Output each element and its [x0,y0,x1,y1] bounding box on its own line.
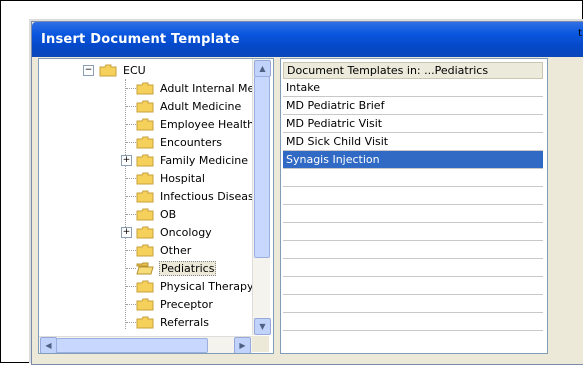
tree-item-label: Hospital [160,171,205,185]
scroll-down-button[interactable]: ▼ [254,318,271,335]
template-list[interactable]: Document Templates in: ...Pediatrics Int… [280,58,548,354]
tree-item[interactable]: Referrals [136,313,210,331]
template-row[interactable] [283,241,543,259]
folder-icon [99,64,117,77]
tree-item[interactable]: Physical Therapy [136,277,254,295]
folder-icon [136,82,154,95]
tree-item[interactable]: Other [136,241,192,259]
tree-root-label: ECU [123,63,146,77]
template-row[interactable] [283,295,543,313]
tree-item[interactable]: Oncology [136,223,213,241]
template-row[interactable]: Intake [283,79,543,97]
scroll-left-button[interactable]: ◀ [40,337,57,353]
tree-branch-line [126,88,136,89]
tree-item[interactable]: Infectious Disease [136,187,261,205]
tree-item[interactable]: Family Medicine [136,151,249,169]
tree-item-label: Infectious Disease [160,189,261,203]
tree-branch-line [126,322,136,323]
clipped-background-text: t [578,28,582,39]
tree-item-label: Encounters [160,135,222,149]
tree-branch-line [126,124,136,125]
tree-branch-line [126,106,136,107]
folder-icon [136,208,154,221]
tree-item-label: Employee Health [160,117,255,131]
tree-branch-line [126,214,136,215]
tree-item-label: Pediatrics [159,260,217,276]
tree-item-label: Family Medicine [160,153,249,167]
category-tree[interactable]: − ECU Adult Internal Medic Adult Medicine… [38,58,274,354]
template-row[interactable]: MD Sick Child Visit [283,133,543,151]
tree-branch-line [126,286,136,287]
tree-item-label: Referrals [160,315,209,329]
template-row[interactable]: MD Pediatric Visit [283,115,543,133]
folder-icon [136,100,154,113]
open-folder-icon [136,262,154,275]
vertical-scroll-thumb[interactable] [254,76,270,258]
folder-icon [136,280,154,293]
tree-item-label: Physical Therapy [160,279,254,293]
tree-item[interactable]: Preceptor [136,295,214,313]
tree-item-label: Adult Medicine [160,99,242,113]
tree-branch-line [126,178,136,179]
expand-toggle[interactable]: + [121,227,132,238]
dialog-title: Insert Document Template [41,32,240,47]
tree-vertical-scrollbar[interactable]: ▲ ▼ [252,59,271,335]
scrollbar-corner [252,336,269,352]
folder-icon [136,118,154,131]
tree-item[interactable]: Employee Health [136,115,255,133]
collapse-toggle[interactable]: − [83,64,94,76]
expand-toggle[interactable]: + [121,155,132,166]
tree-branch-line [126,142,136,143]
folder-icon [136,172,154,185]
scroll-right-button[interactable]: ▶ [234,337,251,353]
list-column-header[interactable]: Document Templates in: ...Pediatrics [283,62,543,79]
template-row[interactable] [283,169,543,187]
tree-root-ecu[interactable]: − ECU [83,61,147,79]
tree-branch-line [126,304,136,305]
template-row[interactable]: Synagis Injection [283,151,543,169]
tree-item[interactable]: Encounters [136,133,223,151]
template-row[interactable] [283,187,543,205]
folder-icon [136,136,154,149]
tree-item[interactable]: OB [136,205,177,223]
tree-item[interactable]: Hospital [136,169,206,187]
tree-item[interactable]: Pediatrics [136,259,217,277]
folder-icon [136,226,154,239]
folder-icon [136,316,154,329]
tree-item[interactable]: Adult Medicine [136,97,242,115]
folder-icon [136,190,154,203]
folder-icon [136,244,154,257]
tree-branch-line [126,196,136,197]
template-row[interactable] [283,259,543,277]
tree-branch-line [126,268,136,269]
tree-branch-line [126,250,136,251]
tree-item-label: OB [160,207,177,221]
folder-icon [136,298,154,311]
tree-item-label: Oncology [160,225,212,239]
template-row[interactable] [283,313,543,331]
template-row[interactable] [283,205,543,223]
tree-item-label: Other [160,243,192,257]
tree-item-label: Preceptor [160,297,213,311]
template-row[interactable] [283,223,543,241]
title-bar[interactable]: Insert Document Template t [32,22,583,57]
scroll-up-button[interactable]: ▲ [254,60,271,77]
template-row[interactable] [283,277,543,295]
folder-icon [136,154,154,167]
tree-horizontal-scrollbar[interactable]: ◀ ▶ [39,336,252,353]
tree-guide-line [125,79,126,329]
template-row[interactable]: MD Pediatric Brief [283,97,543,115]
horizontal-scroll-thumb[interactable] [56,338,208,353]
